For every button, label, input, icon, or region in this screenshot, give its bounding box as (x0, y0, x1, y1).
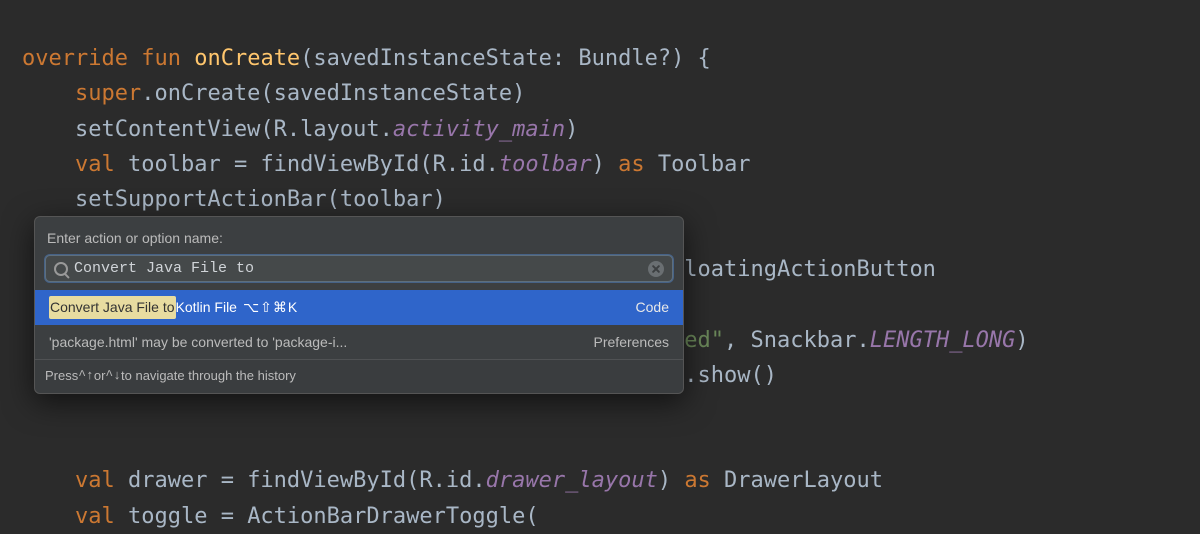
call-show: ).show() (671, 363, 777, 388)
result-highlight: Convert Java File to (49, 296, 176, 318)
clear-icon[interactable] (648, 261, 664, 277)
footer-text-pre: Press (45, 366, 78, 387)
keyword-super: super (75, 81, 141, 106)
field-drawer_layout: drawer_layout (486, 468, 658, 493)
var-toolbar: toolbar = (115, 152, 261, 177)
shortcut-ctrl-up: ^↑ (78, 366, 94, 387)
var-drawer: drawer = (115, 468, 247, 493)
find-action-popup: Enter action or option name: Convert Jav… (34, 216, 684, 394)
keyword-val: val (75, 152, 115, 177)
args: (R.id. (406, 468, 485, 493)
result-text: 'package.html' may be converted to 'pack… (49, 331, 347, 353)
call-findViewById: findViewById (247, 468, 406, 493)
paren-close: ) (658, 468, 685, 493)
call-ActionBarDrawerToggle: ActionBarDrawerToggle (247, 504, 525, 529)
result-item-package-html[interactable]: 'package.html' may be converted to 'pack… (35, 325, 683, 359)
paren-close: ) (1015, 328, 1028, 353)
call-findViewById: findViewById (260, 152, 419, 177)
field-activity_main: activity_main (393, 117, 565, 142)
keyword-as: as (684, 468, 711, 493)
type-Toolbar: Toolbar (645, 152, 751, 177)
var-toggle: toggle = (115, 504, 247, 529)
field-toolbar: toolbar (499, 152, 592, 177)
args: (R.layout. (260, 117, 392, 142)
keyword-as: as (618, 152, 645, 177)
paren-close: ) (565, 117, 578, 142)
call-setSupportActionBar: setSupportActionBar (75, 187, 327, 212)
paren-open: ( (525, 504, 538, 529)
field-LENGTH_LONG: LENGTH_LONG (870, 328, 1016, 353)
type-DrawerLayout: DrawerLayout (711, 468, 883, 493)
paren-close: ) (592, 152, 619, 177)
result-category: Code (636, 296, 669, 318)
keyword-override: override (22, 46, 128, 71)
footer-text-mid: or (94, 366, 106, 387)
result-category: Preferences (594, 331, 669, 353)
type-Bundle: Bundle? (578, 46, 671, 71)
params: (savedInstanceState: (300, 46, 578, 71)
keyword-val: val (75, 468, 115, 493)
keyword-fun: fun (141, 46, 181, 71)
call-setContentView: setContentView (75, 117, 260, 142)
brace-open: ) { (671, 46, 711, 71)
search-input[interactable] (74, 260, 648, 277)
result-list: Convert Java File to Kotlin File ⌥⇧⌘K Co… (35, 290, 683, 359)
result-text: Kotlin File (176, 296, 237, 318)
popup-title: Enter action or option name: (35, 217, 683, 255)
shortcut-text: ⌥⇧⌘K (243, 296, 298, 318)
type-FloatingActionButton: FloatingActionButton (658, 257, 936, 282)
footer-text-post: to navigate through the history (121, 366, 296, 387)
shortcut-ctrl-down: ^↓ (105, 366, 121, 387)
call-onCreate: .onCreate(savedInstanceState) (141, 81, 525, 106)
snackbar: , Snackbar. (724, 328, 870, 353)
search-row (45, 255, 673, 282)
search-icon (54, 262, 68, 276)
args: (toolbar) (327, 187, 446, 212)
keyword-val: val (75, 504, 115, 529)
args: (R.id. (419, 152, 498, 177)
result-item-convert-java[interactable]: Convert Java File to Kotlin File ⌥⇧⌘K Co… (35, 290, 683, 324)
popup-footer: Press ^↑ or ^↓ to navigate through the h… (35, 359, 683, 393)
search-input-container[interactable] (45, 255, 673, 282)
function-onCreate: onCreate (194, 46, 300, 71)
